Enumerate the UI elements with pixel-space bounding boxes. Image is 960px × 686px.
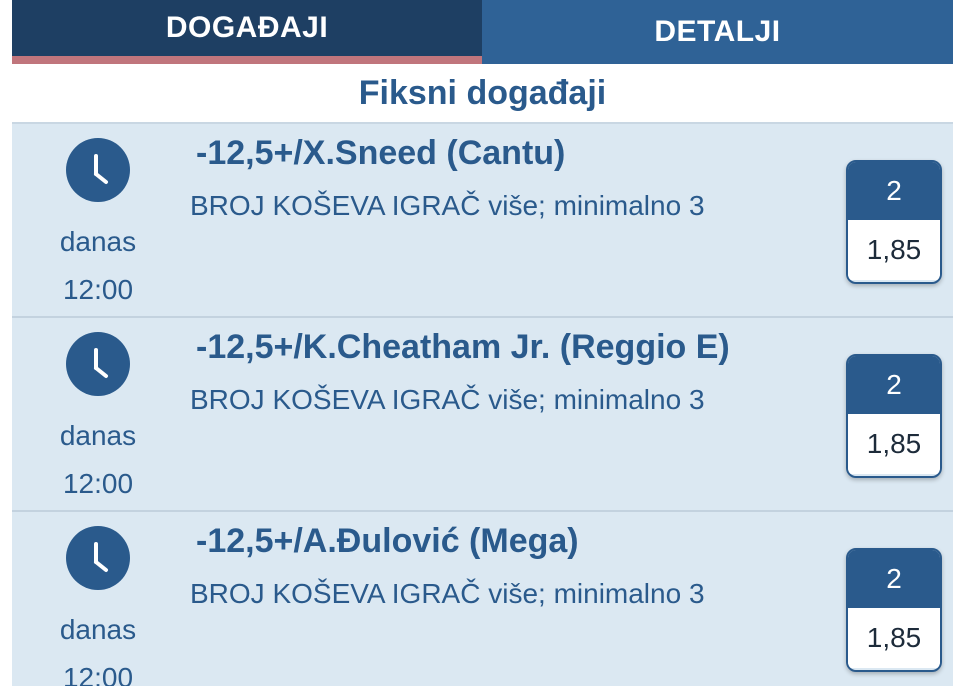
events-list: danas 12:00 -12,5+/X.Sneed (Cantu) BROJ … bbox=[12, 124, 953, 686]
event-row[interactable]: danas 12:00 -12,5+/A.Đulović (Mega) BROJ… bbox=[12, 512, 953, 686]
event-row[interactable]: danas 12:00 -12,5+/K.Cheatham Jr. (Reggi… bbox=[12, 318, 953, 512]
clock-icon bbox=[66, 526, 130, 590]
tab-details[interactable]: DETALJI bbox=[482, 0, 953, 64]
odds-button[interactable]: 2 1,85 bbox=[846, 354, 942, 478]
odds-label: 2 bbox=[848, 162, 940, 220]
app-frame: DOGAĐAJI DETALJI Fiksni događaji danas 1… bbox=[12, 0, 953, 686]
event-day: danas bbox=[59, 420, 137, 451]
odds-button[interactable]: 2 1,85 bbox=[846, 548, 942, 672]
event-market: BROJ KOŠEVA IGRAČ više; minimalno 3 bbox=[190, 578, 705, 609]
event-market: BROJ KOŠEVA IGRAČ više; minimalno 3 bbox=[190, 384, 705, 415]
event-title: -12,5+/K.Cheatham Jr. (Reggio E) bbox=[196, 328, 730, 366]
event-day: danas bbox=[59, 614, 137, 645]
event-title: -12,5+/A.Đulović (Mega) bbox=[196, 522, 579, 560]
odds-value: 1,85 bbox=[848, 220, 940, 280]
clock-icon bbox=[66, 138, 130, 202]
odds-button[interactable]: 2 1,85 bbox=[846, 160, 942, 284]
event-row[interactable]: danas 12:00 -12,5+/X.Sneed (Cantu) BROJ … bbox=[12, 124, 953, 318]
odds-label: 2 bbox=[848, 550, 940, 608]
event-time: 12:00 bbox=[62, 274, 134, 305]
section-title: Fiksni događaji bbox=[12, 64, 953, 124]
odds-value: 1,85 bbox=[848, 608, 940, 668]
event-title: -12,5+/X.Sneed (Cantu) bbox=[196, 134, 566, 172]
event-time: 12:00 bbox=[62, 662, 134, 686]
event-time: 12:00 bbox=[62, 468, 134, 499]
event-day: danas bbox=[59, 226, 137, 257]
tab-events[interactable]: DOGAĐAJI bbox=[12, 0, 482, 64]
odds-label: 2 bbox=[848, 356, 940, 414]
odds-value: 1,85 bbox=[848, 414, 940, 474]
tab-bar: DOGAĐAJI DETALJI bbox=[12, 0, 953, 64]
clock-icon bbox=[66, 332, 130, 396]
event-market: BROJ KOŠEVA IGRAČ više; minimalno 3 bbox=[190, 190, 705, 221]
